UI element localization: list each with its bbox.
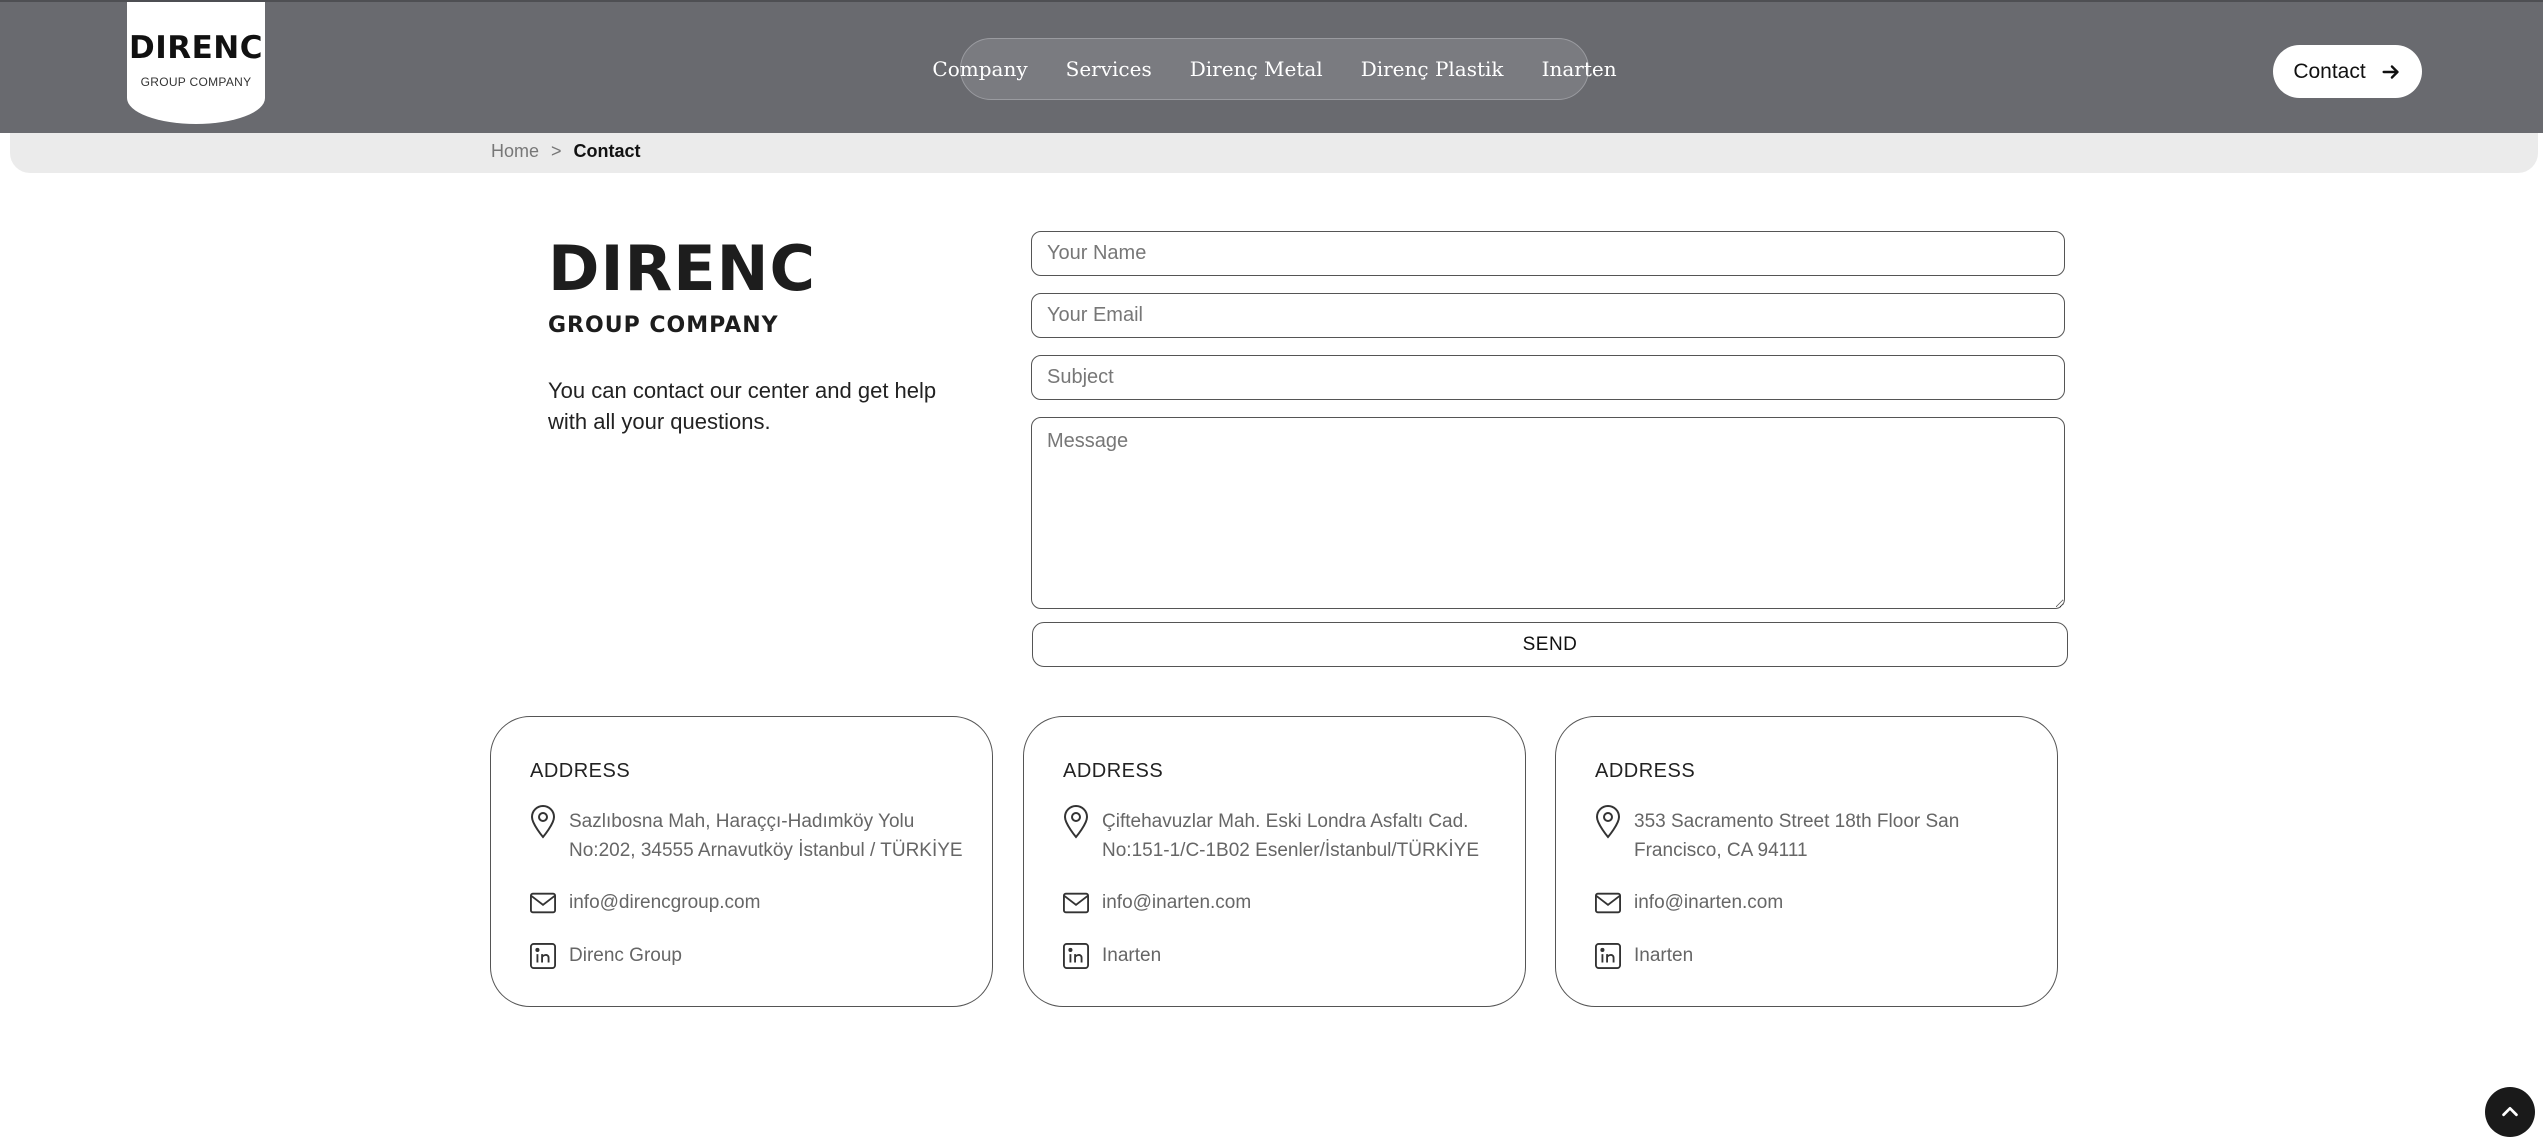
email-link[interactable]: info@direncgroup.com	[569, 888, 760, 917]
email-input[interactable]	[1031, 293, 2065, 338]
chevron-up-icon	[2502, 1106, 2518, 1117]
location-pin-icon	[1595, 805, 1621, 839]
email-row[interactable]: info@inarten.com	[1595, 888, 1783, 918]
linkedin-row[interactable]: Inarten	[1595, 941, 1693, 971]
scroll-to-top-button[interactable]	[2485, 1087, 2535, 1137]
linkedin-icon	[1595, 941, 1621, 971]
nav-inarten[interactable]: Inarten	[1542, 57, 1617, 81]
contact-button[interactable]: Contact	[2273, 45, 2422, 98]
address-text: Sazlıbosna Mah, Haraççı-Hadımköy Yolu No…	[569, 811, 963, 861]
name-input[interactable]	[1031, 231, 2065, 276]
location-pin-icon	[530, 805, 556, 839]
nav-company[interactable]: Company	[932, 57, 1027, 81]
breadcrumb: Home > Contact	[491, 141, 641, 162]
address-row: Sazlıbosna Mah, Haraççı-Hadımköy Yolu No…	[530, 805, 970, 865]
send-button[interactable]: SEND	[1032, 622, 2068, 667]
linkedin-row[interactable]: Inarten	[1063, 941, 1161, 971]
breadcrumb-home[interactable]: Home	[491, 141, 539, 162]
breadcrumb-current: Contact	[573, 141, 641, 161]
arrow-right-icon	[2382, 64, 2399, 79]
linkedin-link[interactable]: Inarten	[1634, 941, 1693, 970]
location-pin-icon	[1063, 805, 1089, 839]
subject-input[interactable]	[1031, 355, 2065, 400]
linkedin-icon	[1063, 941, 1089, 971]
nav-services[interactable]: Services	[1066, 57, 1152, 81]
email-link[interactable]: info@inarten.com	[1102, 888, 1251, 917]
nav-direnc-metal[interactable]: Direnç Metal	[1190, 57, 1323, 81]
breadcrumb-bar: Home > Contact	[10, 133, 2538, 173]
linkedin-link[interactable]: Direnc Group	[569, 941, 682, 970]
contact-button-label: Contact	[2293, 59, 2366, 83]
address-card: ADDRESS Çiftehavuzlar Mah. Eski Londra A…	[1023, 716, 1526, 1007]
card-title: ADDRESS	[1595, 760, 1696, 782]
intro-text: You can contact our center and get help …	[548, 378, 937, 434]
message-textarea[interactable]	[1031, 417, 2065, 609]
site-header: DIRENC GROUP COMPANY Company Services Di…	[0, 0, 2543, 133]
card-title: ADDRESS	[530, 760, 631, 782]
card-title: ADDRESS	[1063, 760, 1164, 782]
linkedin-row[interactable]: Direnc Group	[530, 941, 682, 971]
address-card: ADDRESS Sazlıbosna Mah, Haraççı-Hadımköy…	[490, 716, 993, 1007]
email-row[interactable]: info@direncgroup.com	[530, 888, 760, 918]
envelope-icon	[530, 888, 556, 918]
intro-title: DIRENC	[548, 232, 817, 305]
address-card: ADDRESS 353 Sacramento Street 18th Floor…	[1555, 716, 2058, 1007]
envelope-icon	[1595, 888, 1621, 918]
logo-title: DIRENC	[128, 30, 263, 66]
logo-subtitle: GROUP COMPANY	[140, 75, 252, 89]
address-row: 353 Sacramento Street 18th Floor San Fra…	[1595, 805, 2035, 865]
linkedin-link[interactable]: Inarten	[1102, 941, 1161, 970]
nav-direnc-plastik[interactable]: Direnç Plastik	[1361, 57, 1504, 81]
main-nav: Company Services Direnç Metal Direnç Pla…	[932, 38, 1617, 100]
address-text: 353 Sacramento Street 18th Floor San Fra…	[1634, 811, 1960, 861]
email-row[interactable]: info@inarten.com	[1063, 888, 1251, 918]
address-text: Çiftehavuzlar Mah. Eski Londra Asfaltı C…	[1102, 811, 1480, 861]
linkedin-icon	[530, 941, 556, 971]
address-row: Çiftehavuzlar Mah. Eski Londra Asfaltı C…	[1063, 805, 1503, 865]
logo[interactable]: DIRENC GROUP COMPANY	[127, 2, 265, 124]
envelope-icon	[1063, 888, 1089, 918]
intro-subtitle: GROUP COMPANY	[548, 313, 779, 338]
breadcrumb-separator: >	[551, 141, 562, 161]
email-link[interactable]: info@inarten.com	[1634, 888, 1783, 917]
